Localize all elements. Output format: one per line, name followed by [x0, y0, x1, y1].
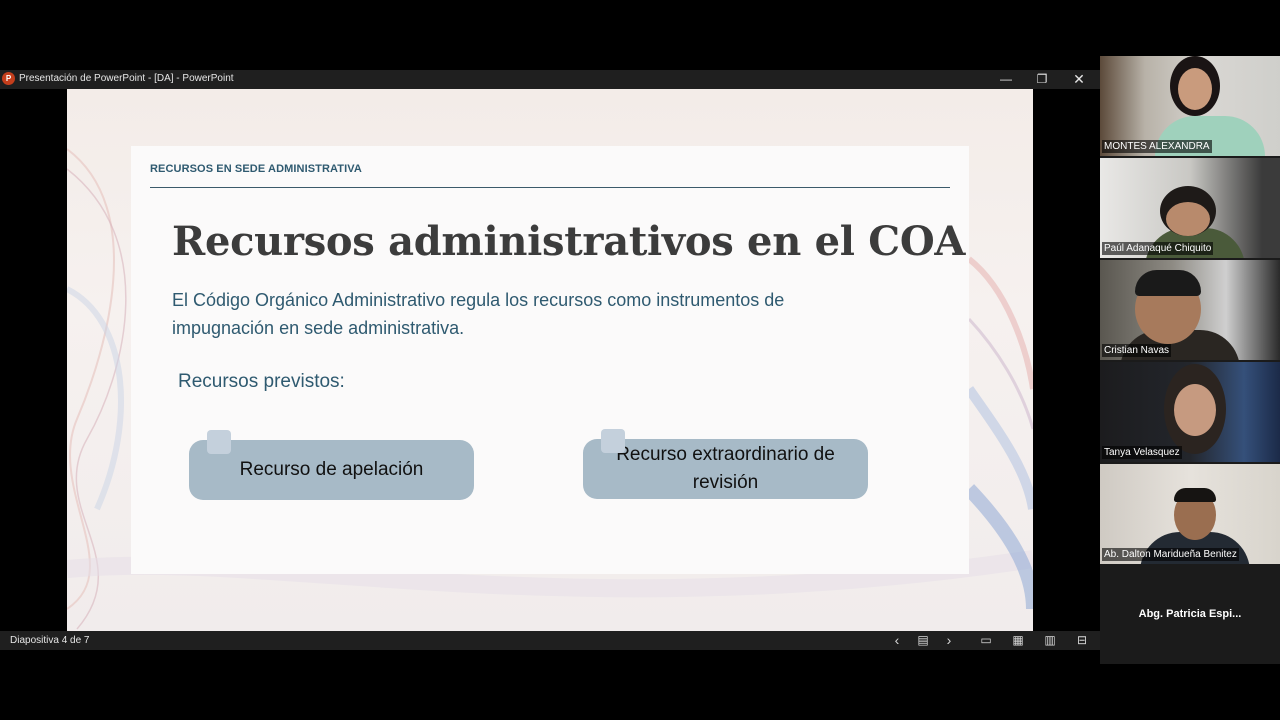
next-slide-icon[interactable]: › — [938, 631, 960, 650]
participant-name: MONTES ALEXANDRA — [1102, 140, 1212, 153]
minimize-button[interactable]: — — [988, 70, 1024, 89]
slide-subtitle: Recursos previstos: — [178, 371, 345, 392]
pill-recurso-apelacion: Recurso de apelación — [189, 440, 474, 500]
powerpoint-window: P Presentación de PowerPoint - [DA] - Po… — [0, 70, 1100, 650]
header-divider — [150, 187, 950, 188]
slide-body-text: El Código Orgánico Administrativo regula… — [172, 290, 785, 338]
slide-menu-icon[interactable]: ▤ — [912, 631, 934, 650]
slide-title: Recursos administrativos en el COA — [172, 218, 966, 265]
screen: P Presentación de PowerPoint - [DA] - Po… — [0, 0, 1280, 720]
slideshow-icon[interactable]: ⊟ — [1071, 631, 1093, 650]
participant-tile[interactable]: Tanya Velasquez — [1100, 362, 1280, 462]
participant-tile[interactable]: Paúl Adanaqué Chiquito — [1100, 158, 1280, 258]
participant-name: Abg. Patricia Espi... — [1138, 608, 1242, 620]
title-bar: P Presentación de PowerPoint - [DA] - Po… — [0, 70, 1100, 89]
participant-tile[interactable]: Cristian Navas — [1100, 260, 1280, 360]
participant-name: Ab. Dalton Maridueña Benitez — [1102, 548, 1239, 561]
slide[interactable]: RECURSOS EN SEDE ADMINISTRATIVA Recursos… — [67, 89, 1033, 631]
participant-name: Tanya Velasquez — [1102, 446, 1182, 459]
pill-tab-decoration — [601, 429, 625, 453]
pill-tab-decoration — [207, 430, 231, 454]
status-bar: Diapositiva 4 de 7 ‹ ▤ › ▭ ▦ ▥ ⊟ — [0, 631, 1100, 650]
slide-sorter-icon[interactable]: ▦ — [1007, 631, 1029, 650]
participant-tile[interactable]: Ab. Dalton Maridueña Benitez — [1100, 464, 1280, 564]
window-title: Presentación de PowerPoint - [DA] - Powe… — [19, 73, 234, 84]
reading-view-icon[interactable]: ▥ — [1039, 631, 1061, 650]
pill-label: Recurso extraordinario de revisión — [616, 444, 835, 493]
content-card: RECURSOS EN SEDE ADMINISTRATIVA Recursos… — [131, 146, 969, 574]
participant-tile[interactable]: MONTES ALEXANDRA — [1100, 56, 1280, 156]
normal-view-icon[interactable]: ▭ — [975, 631, 997, 650]
powerpoint-icon[interactable]: P — [2, 72, 15, 85]
participant-name: Cristian Navas — [1102, 344, 1172, 357]
pill-recurso-extraordinario: Recurso extraordinario de revisión — [583, 439, 868, 499]
participant-name: Paúl Adanaqué Chiquito — [1102, 242, 1214, 255]
participant-tile[interactable]: Abg. Patricia Espi... — [1100, 566, 1280, 664]
participant-panel: MONTES ALEXANDRA Paúl Adanaqué Chiquito … — [1100, 56, 1280, 664]
slide-counter: Diapositiva 4 de 7 — [10, 635, 90, 646]
pill-label: Recurso de apelación — [239, 459, 424, 480]
previous-slide-icon[interactable]: ‹ — [886, 631, 908, 650]
slide-header-label: RECURSOS EN SEDE ADMINISTRATIVA — [150, 163, 362, 175]
close-button[interactable]: ✕ — [1061, 70, 1097, 89]
restore-button[interactable]: ❐ — [1024, 70, 1060, 89]
slide-area: RECURSOS EN SEDE ADMINISTRATIVA Recursos… — [0, 89, 1100, 631]
